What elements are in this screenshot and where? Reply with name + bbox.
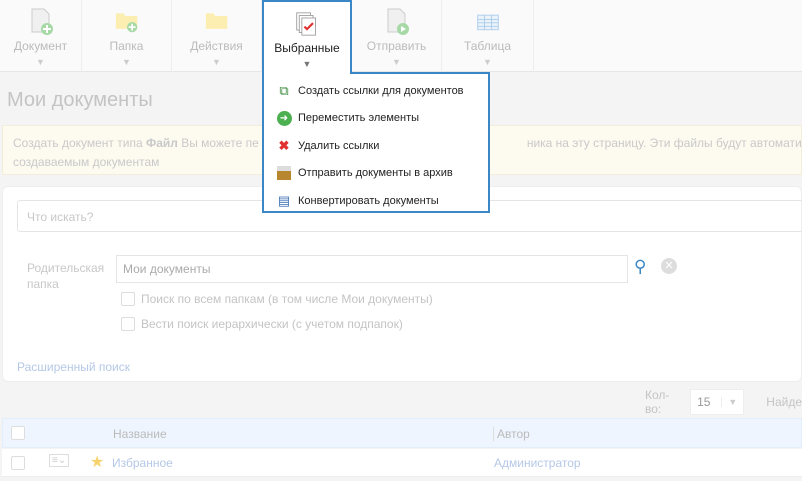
found-label: Найде	[766, 395, 802, 409]
toolbar-folder-button[interactable]: Папка ▼	[82, 0, 172, 72]
page-size-select[interactable]: 15 ▼	[690, 389, 745, 415]
chevron-down-icon: ▼	[122, 57, 131, 67]
toolbar-document-button[interactable]: Документ ▼	[0, 0, 82, 72]
toolbar-label: Документ	[13, 39, 68, 53]
page-size-control: Кол-во: 15 ▼ Найде	[645, 388, 802, 416]
clear-icon[interactable]: ✕	[661, 258, 677, 274]
menu-item-label: Удалить ссылки	[298, 139, 380, 152]
table-row[interactable]: ≡⌄ ★ Избранное Администратор	[2, 449, 802, 477]
move-icon: ➜	[276, 110, 292, 126]
checkbox[interactable]	[121, 317, 135, 331]
favorites-dropdown-menu: ⧉ Создать ссылки для документов ➜ Перемест…	[262, 72, 490, 213]
favorites-checklist-icon	[296, 12, 316, 36]
toolbar-favorites-button[interactable]: Выбранные ▼	[262, 0, 352, 74]
toolbar-label: Таблица	[463, 39, 512, 53]
table-header: Название Автор	[2, 418, 802, 448]
folder-icon	[205, 13, 227, 29]
archive-icon	[276, 165, 292, 181]
menu-item-label: Создать ссылки для документов	[298, 84, 464, 97]
name-column-header[interactable]: Название	[113, 427, 167, 441]
new-folder-icon	[115, 13, 137, 33]
convert-icon: ▤	[277, 192, 291, 208]
toolbar-send-button[interactable]: Отправить ▼	[352, 0, 442, 72]
qty-value: 15	[697, 395, 711, 409]
notice-text: Создать документ типа	[13, 136, 146, 150]
menu-item-convert[interactable]: ▤ Конвертировать документы	[264, 187, 488, 215]
toolbar-table-button[interactable]: Таблица ▼	[442, 0, 534, 72]
notice-text: создаваемым документам	[13, 155, 160, 169]
chevron-down-icon: ▼	[302, 59, 312, 69]
toolbar-actions-button[interactable]: Действия ▼	[172, 0, 262, 72]
menu-item-label: Переместить элементы	[298, 112, 420, 125]
advanced-search-link[interactable]: Расширенный поиск	[17, 360, 130, 374]
new-document-icon	[31, 8, 53, 35]
hierarchical-search-checkbox[interactable]: Вести поиск иерархически (с учетом подпа…	[121, 317, 403, 331]
toolbar-label: Отправить	[366, 39, 427, 53]
search-all-folders-checkbox[interactable]: Поиск по всем папкам (в том числе Мои до…	[121, 292, 433, 306]
table-icon	[476, 14, 499, 31]
checkbox-label: Поиск по всем папкам (в том числе Мои до…	[141, 292, 433, 306]
chevron-down-icon: ▼	[392, 57, 401, 67]
notice-text: Вы можете пе	[177, 136, 259, 150]
delete-icon: ✖	[278, 137, 290, 153]
send-document-icon	[387, 8, 409, 35]
toolbar-label: Действия	[190, 39, 243, 53]
menu-item-delete-links[interactable]: ✖ Удалить ссылки	[264, 132, 488, 160]
parent-folder-input[interactable]: Мои документы	[116, 255, 628, 283]
author-column-header[interactable]: Автор	[493, 427, 530, 441]
search-icon[interactable]: ⚲	[634, 257, 646, 277]
search-panel: Что искать? Родительская папка Мои докум…	[2, 186, 802, 382]
chevron-down-icon: ▼	[212, 57, 221, 67]
notice-text: ника на эту страницу. Эти файлы будут ав…	[526, 136, 802, 150]
menu-item-label: Отправить документы в архив	[298, 167, 453, 180]
create-links-icon: ⧉	[279, 82, 289, 98]
row-checkbox[interactable]	[11, 456, 25, 470]
row-name-link[interactable]: Избранное	[112, 456, 173, 470]
menu-item-label: Конвертировать документы	[298, 194, 439, 207]
row-menu-icon[interactable]: ≡⌄	[49, 454, 70, 467]
checkbox[interactable]	[121, 292, 135, 306]
parent-folder-label: Родительская папка	[27, 261, 105, 291]
qty-label: Кол-во:	[645, 388, 670, 416]
chevron-down-icon: ▼	[483, 57, 492, 67]
notice-bold: Файл	[145, 136, 178, 150]
menu-item-archive[interactable]: Отправить документы в архив	[264, 160, 488, 188]
page-title: Мои документы	[7, 89, 153, 111]
toolbar: Документ ▼ Папка ▼ Действия ▼ Выбранные ▼ От…	[0, 0, 802, 74]
row-author-link[interactable]: Администратор	[494, 456, 581, 470]
star-icon: ★	[90, 454, 105, 471]
toolbar-label: Папка	[109, 39, 144, 53]
chevron-down-icon: ▼	[721, 397, 743, 407]
checkbox-label: Вести поиск иерархически (с учетом подпа…	[141, 317, 403, 331]
toolbar-label: Выбранные	[274, 41, 340, 55]
select-all-checkbox[interactable]	[11, 426, 25, 440]
menu-item-move[interactable]: ➜ Переместить элементы	[264, 105, 488, 133]
menu-item-create-links[interactable]: ⧉ Создать ссылки для документов	[264, 77, 488, 105]
chevron-down-icon: ▼	[36, 57, 45, 67]
